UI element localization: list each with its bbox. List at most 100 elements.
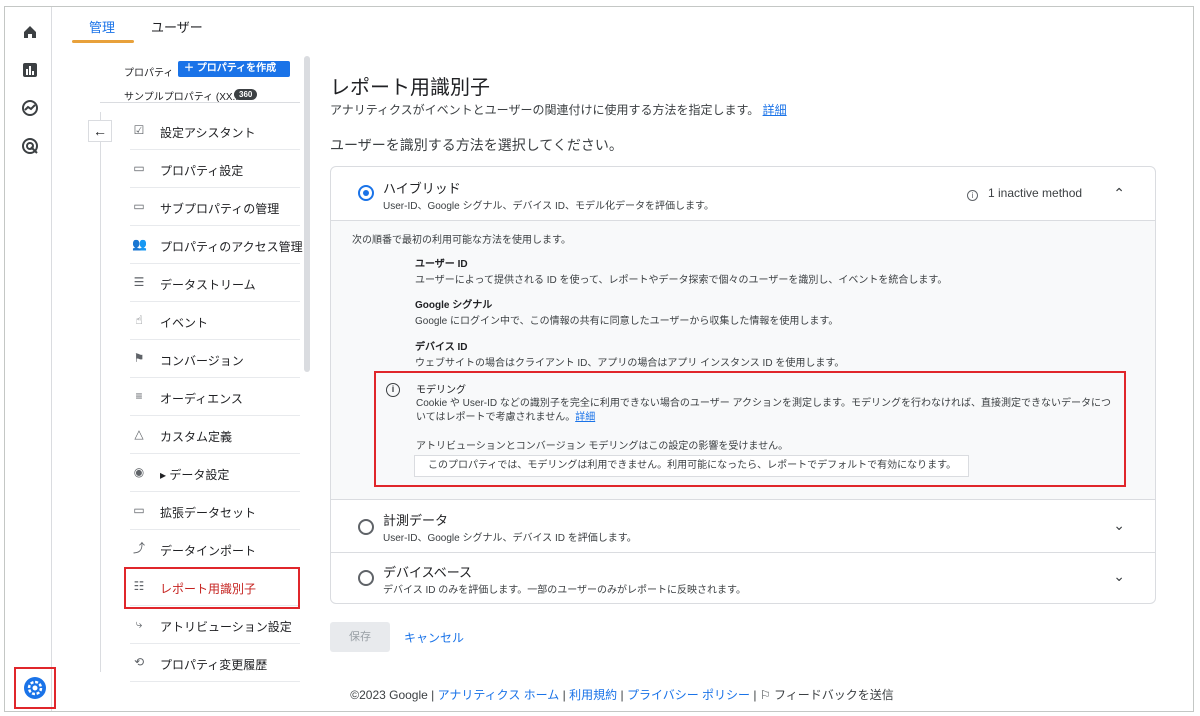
nav-item-11[interactable]: ▭ 拡張データセット bbox=[130, 492, 300, 530]
property-label: プロパティ bbox=[124, 68, 174, 79]
nav-item-9[interactable]: △ カスタム定義 bbox=[130, 416, 300, 454]
database-icon: ◉ bbox=[133, 465, 145, 479]
nav-divider bbox=[100, 112, 101, 672]
select-prompt: ユーザーを識別する方法を選択してください。 bbox=[330, 137, 623, 153]
nav-item-7[interactable]: ⚑ コンバージョン bbox=[130, 340, 300, 378]
dataset-icon: ▭ bbox=[133, 503, 145, 517]
hybrid-details: 次の順番で最初の利用可能な方法を使用します。 ユーザー ID ユーザーによって提… bbox=[331, 220, 1155, 500]
chevron-up-icon[interactable]: ⌃ bbox=[1113, 185, 1125, 202]
nav-item-label: カスタム定義 bbox=[160, 430, 233, 444]
nav-item-label: プロパティ設定 bbox=[160, 164, 244, 178]
tab-user[interactable]: ユーザー bbox=[151, 17, 203, 36]
copyright: ©2023 Google bbox=[350, 688, 428, 702]
back-button[interactable]: ← bbox=[88, 120, 112, 142]
modeling-desc: Cookie や User-ID などの識別子を完全に利用できない場合のユーザー… bbox=[416, 398, 1111, 423]
feedback-link[interactable]: ⚐ フィードバックを送信 bbox=[760, 688, 894, 702]
modeling-details-link[interactable]: 詳細 bbox=[575, 412, 595, 423]
upload-icon: ⤴ bbox=[132, 541, 145, 555]
home-icon[interactable] bbox=[21, 23, 39, 41]
nav-item-10[interactable]: ◉ ▸ データ設定 bbox=[130, 454, 300, 492]
option-title: 計測データ bbox=[383, 513, 449, 528]
touch-icon: ☝ bbox=[135, 313, 143, 327]
identity-options-card: ハイブリッド User-ID、Google シグナル、デバイス ID、モデル化デ… bbox=[330, 166, 1156, 604]
analytics-home-link[interactable]: アナリティクス ホーム bbox=[438, 688, 560, 702]
nav-item-2[interactable]: ▭ プロパティ設定 bbox=[130, 150, 300, 188]
chevron-down-icon[interactable]: ⌄ bbox=[1113, 517, 1125, 534]
property-selector[interactable]: サンプルプロパティ (XX... bbox=[124, 88, 241, 103]
modeling-status-field: このプロパティでは、モデリングは利用できません。利用可能になったら、レポートでデ… bbox=[414, 455, 969, 477]
nav-item-label: データインポート bbox=[160, 544, 257, 558]
nav-item-label: コンバージョン bbox=[160, 354, 244, 368]
footer: ©2023 Google | アナリティクス ホーム | 利用規約 | プライバ… bbox=[350, 688, 894, 702]
nav-item-label: 設定アシスタント bbox=[160, 126, 256, 140]
nav-item-label: ▸ データ設定 bbox=[160, 468, 230, 482]
reports-icon[interactable] bbox=[21, 61, 39, 79]
nav-item-label: プロパティのアクセス管理 bbox=[160, 240, 303, 254]
info-icon: i bbox=[967, 190, 978, 201]
option-subtitle: User-ID、Google シグナル、デバイス ID、モデル化データを評価しま… bbox=[383, 201, 714, 212]
save-button[interactable]: 保存 bbox=[330, 622, 390, 652]
nav-separator bbox=[100, 102, 300, 103]
checkbox-icon: ☑ bbox=[133, 123, 145, 137]
admin-nav: プロパティ ＋ プロパティを作成 サンプルプロパティ (XX... 360 ← … bbox=[88, 56, 310, 682]
nav-item-14[interactable]: ⤷ アトリビューション設定 bbox=[130, 606, 300, 644]
nav-scrollbar[interactable] bbox=[304, 56, 310, 372]
nav-item-15[interactable]: ⟲ プロパティ変更履歴 bbox=[130, 644, 300, 682]
radio-hybrid[interactable] bbox=[358, 185, 374, 201]
method-desc: ユーザーによって提供される ID を使って、レポートやデータ探索で個々のユーザー… bbox=[415, 275, 948, 286]
left-rail bbox=[5, 7, 56, 711]
nav-item-label: 拡張データセット bbox=[160, 506, 257, 520]
method-name: ユーザー ID bbox=[415, 259, 468, 270]
history-icon: ⟲ bbox=[133, 655, 145, 669]
shapes-icon: △ bbox=[134, 427, 144, 441]
explore-icon[interactable] bbox=[21, 99, 39, 117]
option-hybrid[interactable]: ハイブリッド User-ID、Google シグナル、デバイス ID、モデル化デ… bbox=[331, 167, 1155, 220]
stream-icon: ☰ bbox=[133, 275, 145, 289]
chevron-down-icon[interactable]: ⌄ bbox=[1113, 568, 1125, 585]
method-name: Google シグナル bbox=[415, 300, 493, 311]
property-settings-icon: ▭ bbox=[133, 161, 145, 175]
advertising-icon[interactable] bbox=[21, 137, 39, 155]
ga360-badge: 360 bbox=[234, 89, 258, 100]
inactive-method-status[interactable]: i1 inactive method bbox=[967, 186, 1082, 201]
page-description: アナリティクスがイベントとユーザーの関連付けに使用する方法を指定します。 詳細 bbox=[330, 103, 787, 117]
nav-item-5[interactable]: ☰ データストリーム bbox=[130, 264, 300, 302]
attribution-icon: ⤷ bbox=[135, 617, 143, 631]
option-observed[interactable]: 計測データ User-ID、Google シグナル、デバイス ID を評価します… bbox=[331, 500, 1155, 552]
nav-item-label: アトリビューション設定 bbox=[160, 620, 292, 634]
flag-icon: ⚑ bbox=[133, 351, 145, 365]
privacy-link[interactable]: プライバシー ポリシー bbox=[627, 688, 750, 702]
option-device[interactable]: デバイスベース デバイス ID のみを評価します。一部のユーザーのみがレポートに… bbox=[331, 553, 1155, 605]
modeling-title: モデリング bbox=[416, 385, 466, 396]
radio-device[interactable] bbox=[358, 570, 374, 586]
active-item-highlight bbox=[124, 567, 300, 609]
nav-item-label: サブプロパティの管理 bbox=[160, 202, 280, 216]
page-title: レポート用識別子 bbox=[330, 77, 490, 99]
audience-icon: ≡ bbox=[135, 389, 143, 403]
method-name: デバイス ID bbox=[415, 342, 468, 353]
nav-item-1[interactable]: ☑ 設定アシスタント bbox=[130, 112, 300, 150]
info-icon: i bbox=[386, 383, 400, 397]
method-desc: ウェブサイトの場合はクライアント ID、アプリの場合はアプリ インスタンス ID… bbox=[415, 358, 845, 369]
nav-item-6[interactable]: ☝ イベント bbox=[130, 302, 300, 340]
nav-item-label: イベント bbox=[160, 316, 209, 330]
feedback-icon: ⚐ bbox=[759, 688, 771, 702]
radio-observed[interactable] bbox=[358, 519, 374, 535]
active-tab-indicator bbox=[72, 40, 134, 43]
nav-item-label: データストリーム bbox=[160, 278, 256, 292]
nav-item-8[interactable]: ≡ オーディエンス bbox=[130, 378, 300, 416]
create-property-button[interactable]: ＋ プロパティを作成 bbox=[178, 61, 290, 77]
nav-item-3[interactable]: ▭ サブプロパティの管理 bbox=[130, 188, 300, 226]
arrow-left-icon: ← bbox=[93, 123, 107, 139]
details-intro: 次の順番で最初の利用可能な方法を使用します。 bbox=[352, 235, 571, 246]
option-title: デバイスベース bbox=[383, 565, 473, 580]
nav-item-4[interactable]: 👥 プロパティのアクセス管理 bbox=[130, 226, 303, 264]
modeling-section: i モデリング Cookie や User-ID などの識別子を完全に利用できな… bbox=[374, 371, 1126, 487]
cancel-button[interactable]: キャンセル bbox=[404, 629, 464, 646]
gear-icon[interactable] bbox=[24, 677, 46, 699]
nav-item-12[interactable]: ⤴ データインポート bbox=[130, 530, 300, 568]
details-link[interactable]: 詳細 bbox=[763, 103, 787, 117]
tab-admin[interactable]: 管理 bbox=[89, 17, 115, 36]
terms-link[interactable]: 利用規約 bbox=[569, 688, 617, 702]
top-tabs: 管理 ユーザー bbox=[52, 7, 1194, 43]
